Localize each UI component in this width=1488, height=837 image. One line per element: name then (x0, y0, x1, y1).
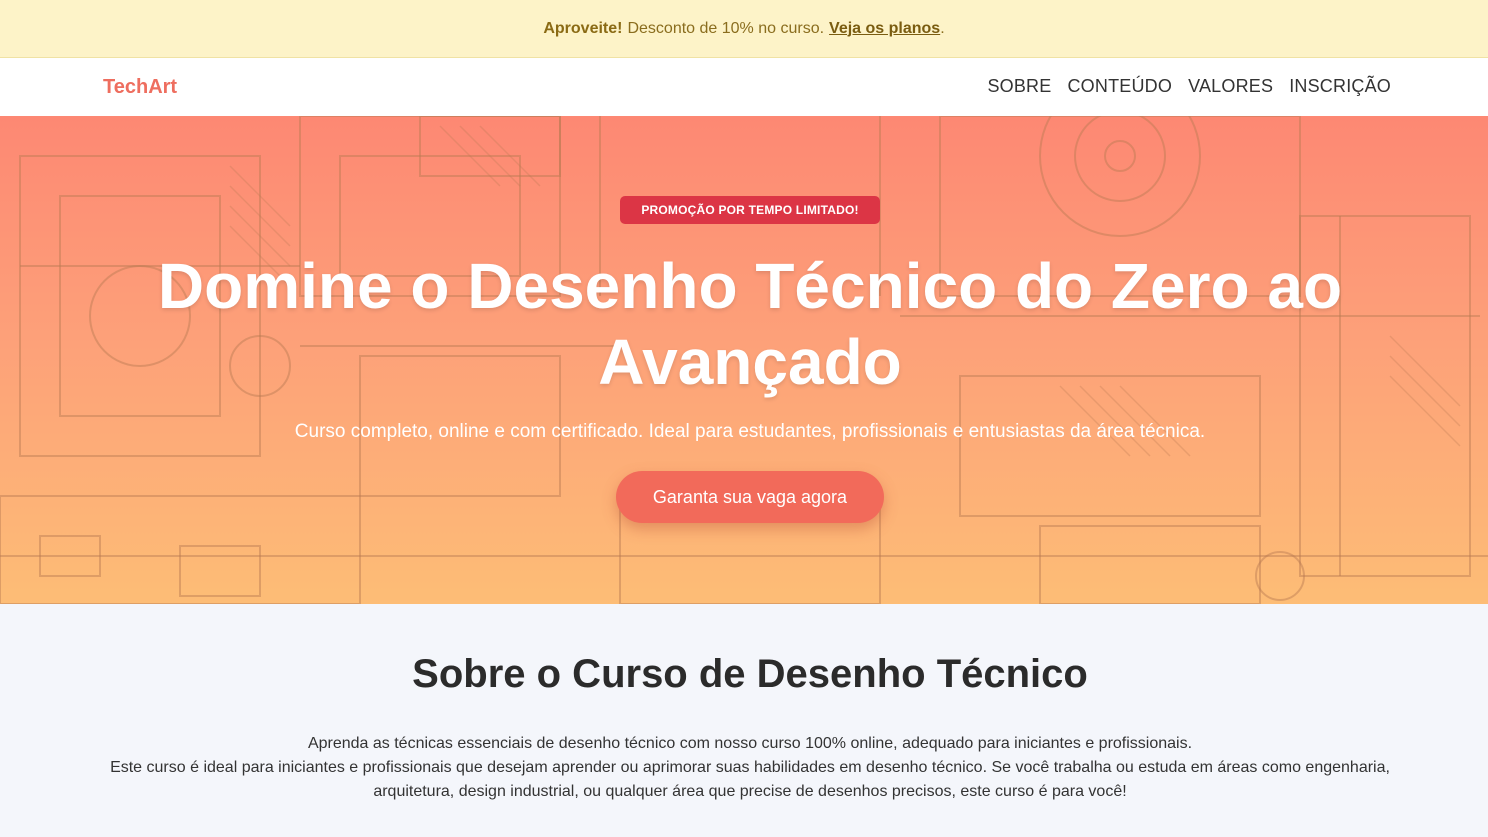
nav-link-conteudo[interactable]: CONTEÚDO (1067, 76, 1172, 97)
promo-text: Desconto de 10% no curso. (627, 19, 825, 37)
nav-menu: SOBRE CONTEÚDO VALORES INSCRIÇÃO (987, 76, 1391, 97)
hero-title-line2: Avançado (598, 326, 902, 398)
promo-suffix: . (940, 19, 945, 37)
enroll-cta-button[interactable]: Garanta sua vaga agora (616, 471, 884, 523)
hero-section: PROMOÇÃO POR TEMPO LIMITADO! Domine o De… (0, 116, 1488, 604)
hero-title: Domine o Desenho Técnico do Zero ao Avan… (120, 248, 1380, 400)
navbar: TechArt SOBRE CONTEÚDO VALORES INSCRIÇÃO (0, 58, 1488, 116)
hero-title-line1: Domine o Desenho Técnico do Zero ao (157, 250, 1343, 322)
promo-highlight: Aproveite! (543, 19, 623, 37)
nav-link-valores[interactable]: VALORES (1188, 76, 1273, 97)
about-description: Aprenda as técnicas essenciais de desenh… (100, 732, 1400, 804)
about-line-2: Este curso é ideal para iniciantes e pro… (110, 759, 1390, 800)
about-title: Sobre o Curso de Desenho Técnico (412, 652, 1088, 696)
limited-offer-badge: PROMOÇÃO POR TEMPO LIMITADO! (620, 196, 880, 224)
promo-banner: Aproveite! Desconto de 10% no curso. Vej… (0, 0, 1488, 58)
promo-plans-link[interactable]: Veja os planos (829, 20, 940, 38)
brand-logo[interactable]: TechArt (103, 76, 177, 99)
about-section: Sobre o Curso de Desenho Técnico Aprenda… (0, 604, 1488, 837)
nav-link-sobre[interactable]: SOBRE (987, 76, 1051, 97)
about-line-1: Aprenda as técnicas essenciais de desenh… (307, 735, 1193, 752)
nav-link-inscricao[interactable]: INSCRIÇÃO (1289, 76, 1391, 97)
hero-subtitle: Curso completo, online e com certificado… (294, 421, 1206, 442)
